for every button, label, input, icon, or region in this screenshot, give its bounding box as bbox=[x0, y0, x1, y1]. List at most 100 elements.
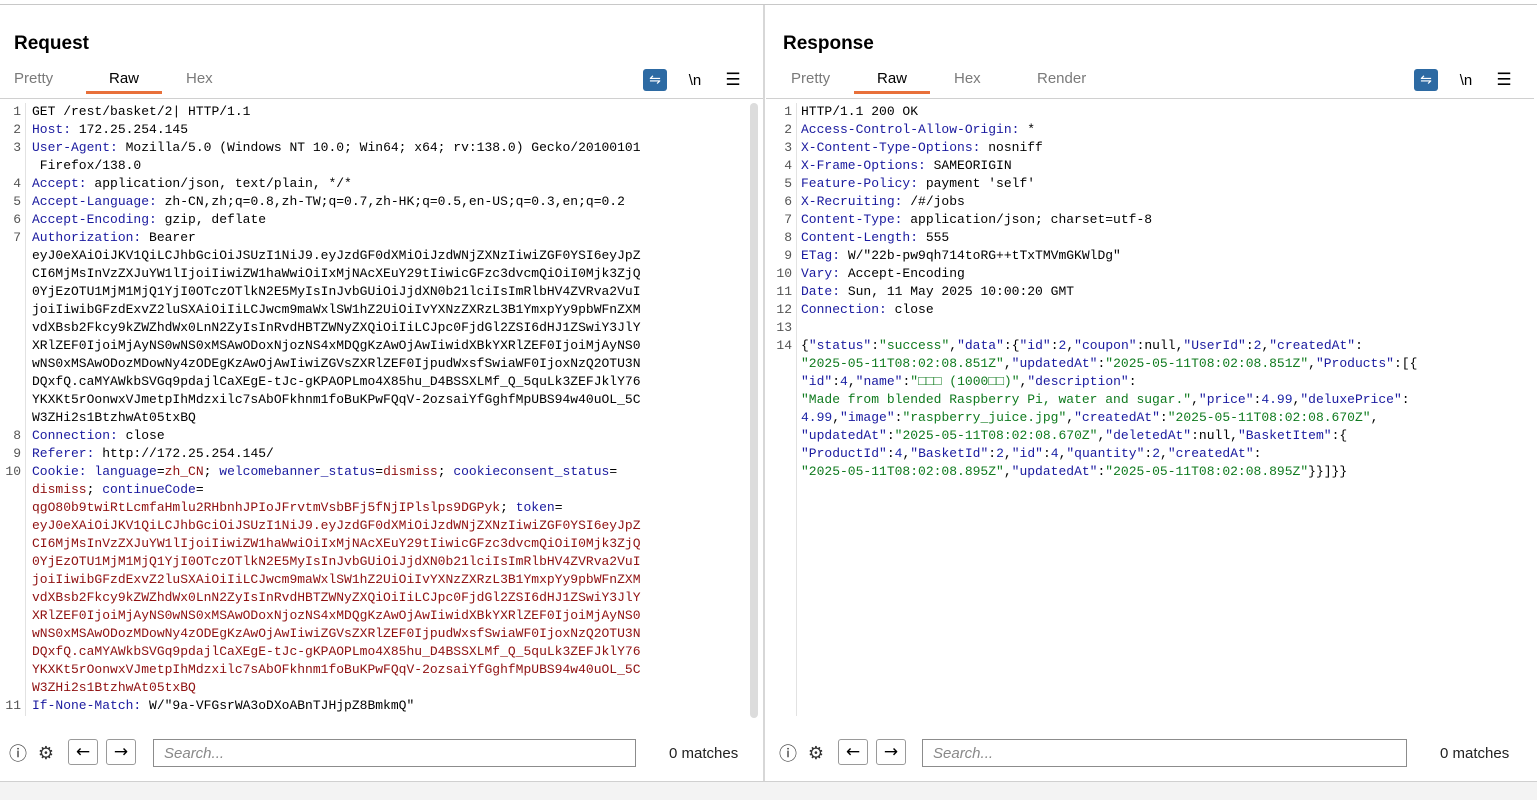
response-tabs: Pretty Raw Hex Render bbox=[791, 67, 1107, 94]
line-number: 8 bbox=[13, 428, 21, 443]
search-prev-button[interactable]: ← bbox=[838, 739, 868, 765]
token: Firefox/138.0 bbox=[32, 158, 142, 173]
help-icon[interactable]: ⓘ bbox=[6, 741, 30, 765]
tab-hex[interactable]: Hex bbox=[940, 67, 1024, 94]
token: W/"9a-VFGsrWA3oDXoABnTJHjpZ8BmkmQ" bbox=[141, 698, 415, 713]
token: cookieconsent_status bbox=[445, 464, 610, 479]
token: : bbox=[886, 428, 895, 443]
token: YKXKt5rOonwxVJmetpIhMdzxilc7sAbOFkhnm1fo… bbox=[32, 392, 641, 407]
token: welcomebanner_status bbox=[211, 464, 376, 479]
token: "price" bbox=[1198, 392, 1254, 407]
token: = bbox=[195, 482, 204, 497]
token: dismiss bbox=[383, 464, 438, 479]
token: application/json; charset=utf-8 bbox=[902, 212, 1153, 227]
token: "2025-05-11T08:02:08.895Z" bbox=[801, 464, 1004, 479]
line-text: Accept: application/json, text/plain, */… bbox=[32, 175, 352, 193]
token: Accept-Encoding bbox=[840, 266, 965, 281]
token: ETag: bbox=[801, 248, 841, 263]
token: , bbox=[1003, 356, 1012, 371]
token: "data" bbox=[957, 338, 1004, 353]
word-wrap-button[interactable]: ⇋ bbox=[643, 69, 667, 91]
arrow-right-icon: → bbox=[883, 742, 899, 762]
line-text: dismiss; continueCode= bbox=[32, 481, 204, 499]
scroll-thumb[interactable] bbox=[750, 103, 758, 718]
token: Content-Type: bbox=[801, 212, 903, 227]
token: Sun, 11 May 2025 10:00:20 GMT bbox=[840, 284, 1075, 299]
token: :{ bbox=[1003, 338, 1020, 353]
token: SAMEORIGIN bbox=[925, 158, 1012, 173]
help-icon[interactable]: ⓘ bbox=[776, 741, 800, 765]
token: Connection: bbox=[32, 428, 118, 443]
token: "createdAt" bbox=[1269, 338, 1356, 353]
line-text: "Made from blended Raspberry Pi, water a… bbox=[801, 391, 1410, 409]
token: XRlZEF0IjoiMjAyNS0wNS0xMSAwODoxNjozNS4xM… bbox=[32, 608, 641, 623]
token: ; bbox=[500, 500, 508, 515]
line-text: XRlZEF0IjoiMjAyNS0wNS0xMSAwODoxNjozNS4xM… bbox=[32, 337, 641, 355]
token: close bbox=[117, 428, 165, 443]
line-text: HTTP/1.1 200 OK bbox=[801, 103, 918, 121]
request-search-row: ⓘ ⚙ ← → Search... 0 matches bbox=[0, 737, 763, 769]
token: nosniff bbox=[980, 140, 1043, 155]
token: Access-Control-Allow-Origin: bbox=[801, 122, 1020, 137]
gear-icon[interactable]: ⚙ bbox=[804, 741, 828, 765]
token: Accept-Encoding: bbox=[32, 212, 157, 227]
line-text: 4.99,"image":"raspberry_juice.jpg","crea… bbox=[801, 409, 1378, 427]
token: HTTP/1.1 bbox=[180, 104, 251, 119]
token: "name" bbox=[855, 374, 903, 389]
token: DQxfQ.caMYAWkbSVGq9pdajlCaXEgE-tJc-gKPAO… bbox=[32, 374, 641, 389]
token: /#/jobs bbox=[902, 194, 965, 209]
token: X-Content-Type-Options: bbox=[801, 140, 981, 155]
request-scrollbar[interactable] bbox=[747, 103, 761, 718]
token: HTTP/1.1 200 OK bbox=[801, 104, 919, 119]
token: W3ZHi2s1BtzhwAt05txBQ bbox=[32, 680, 196, 695]
token: X-Recruiting: bbox=[801, 194, 903, 209]
search-input[interactable]: Search... bbox=[922, 739, 1407, 767]
token: "status" bbox=[808, 338, 872, 353]
token: :null, bbox=[1191, 428, 1238, 443]
tabs-divider bbox=[0, 98, 763, 99]
tab-raw[interactable]: Raw bbox=[86, 67, 162, 94]
menu-button[interactable]: ☰ bbox=[723, 69, 743, 91]
token: W/"22b-pw9qh714toRG++tTxTMVmGKWlDg" bbox=[840, 248, 1121, 263]
line-text: "updatedAt":"2025-05-11T08:02:08.670Z","… bbox=[801, 427, 1347, 445]
token: : bbox=[1050, 338, 1059, 353]
show-newlines-button[interactable]: \n bbox=[1454, 69, 1478, 91]
response-editor[interactable]: 1 HTTP/1.1 200 OK 2 Access-Control-Allow-Or… bbox=[766, 103, 1516, 716]
line-text: joiIiwibGFzdExvZ2luSXAiOiIiLCJwcm9maWxlS… bbox=[32, 301, 641, 319]
word-wrap-button[interactable]: ⇋ bbox=[1414, 69, 1438, 91]
line-number: 6 bbox=[784, 194, 792, 209]
token: vdXBsb2Fkcy9kZWZhdWx0LnN2ZyIsInRvdHBTZWN… bbox=[32, 590, 641, 605]
token: "BasketItem" bbox=[1237, 428, 1332, 443]
search-input[interactable]: Search... bbox=[153, 739, 636, 767]
tab-pretty[interactable]: Pretty bbox=[791, 67, 851, 94]
token: dismiss bbox=[32, 482, 87, 497]
token: "2025-05-11T08:02:08.895Z" bbox=[1105, 464, 1309, 479]
search-next-button[interactable]: → bbox=[106, 739, 136, 765]
token: "createdAt" bbox=[1167, 446, 1254, 461]
menu-button[interactable]: ☰ bbox=[1494, 69, 1514, 91]
show-newlines-button[interactable]: \n bbox=[683, 69, 707, 91]
panel-divider[interactable] bbox=[763, 5, 765, 781]
gear-icon[interactable]: ⚙ bbox=[34, 741, 58, 765]
tab-pretty[interactable]: Pretty bbox=[14, 67, 74, 94]
search-prev-button[interactable]: ← bbox=[68, 739, 98, 765]
tab-render[interactable]: Render bbox=[1024, 67, 1107, 94]
token: Vary: bbox=[801, 266, 841, 281]
line-number: 6 bbox=[13, 212, 21, 227]
tab-hex[interactable]: Hex bbox=[172, 67, 246, 94]
line-text: joiIiwibGFzdExvZ2luSXAiOiIiLCJwcm9maWxlS… bbox=[32, 571, 641, 589]
request-editor[interactable]: 1 GET /rest/basket/2| HTTP/1.1 2 Host: 172.… bbox=[0, 103, 747, 716]
tab-raw[interactable]: Raw bbox=[854, 67, 930, 94]
line-text: eyJ0eXAiOiJKV1QiLCJhbGciOiJSUzI1NiJ9.eyJ… bbox=[32, 517, 641, 535]
token: X-Frame-Options: bbox=[801, 158, 926, 173]
token: If-None-Match: bbox=[32, 698, 142, 713]
line-text: "2025-05-11T08:02:08.895Z","updatedAt":"… bbox=[801, 463, 1347, 481]
token: vdXBsb2Fkcy9kZWZhdWx0LnN2ZyIsInRvdHBTZWN… bbox=[32, 320, 641, 335]
token: :null, bbox=[1136, 338, 1184, 353]
line-text: wNS0xMSAwODozMDowNy4zODEgKzAwOjAwIiwiZGV… bbox=[32, 355, 641, 373]
token: Accept-Language: bbox=[32, 194, 157, 209]
line-text: qgO80b9twiRtLcmfaHmlu2RHbnhJPIoJFrvtmVsb… bbox=[32, 499, 563, 517]
token: , bbox=[1308, 356, 1316, 371]
token: "quantity" bbox=[1066, 446, 1145, 461]
search-next-button[interactable]: → bbox=[876, 739, 906, 765]
